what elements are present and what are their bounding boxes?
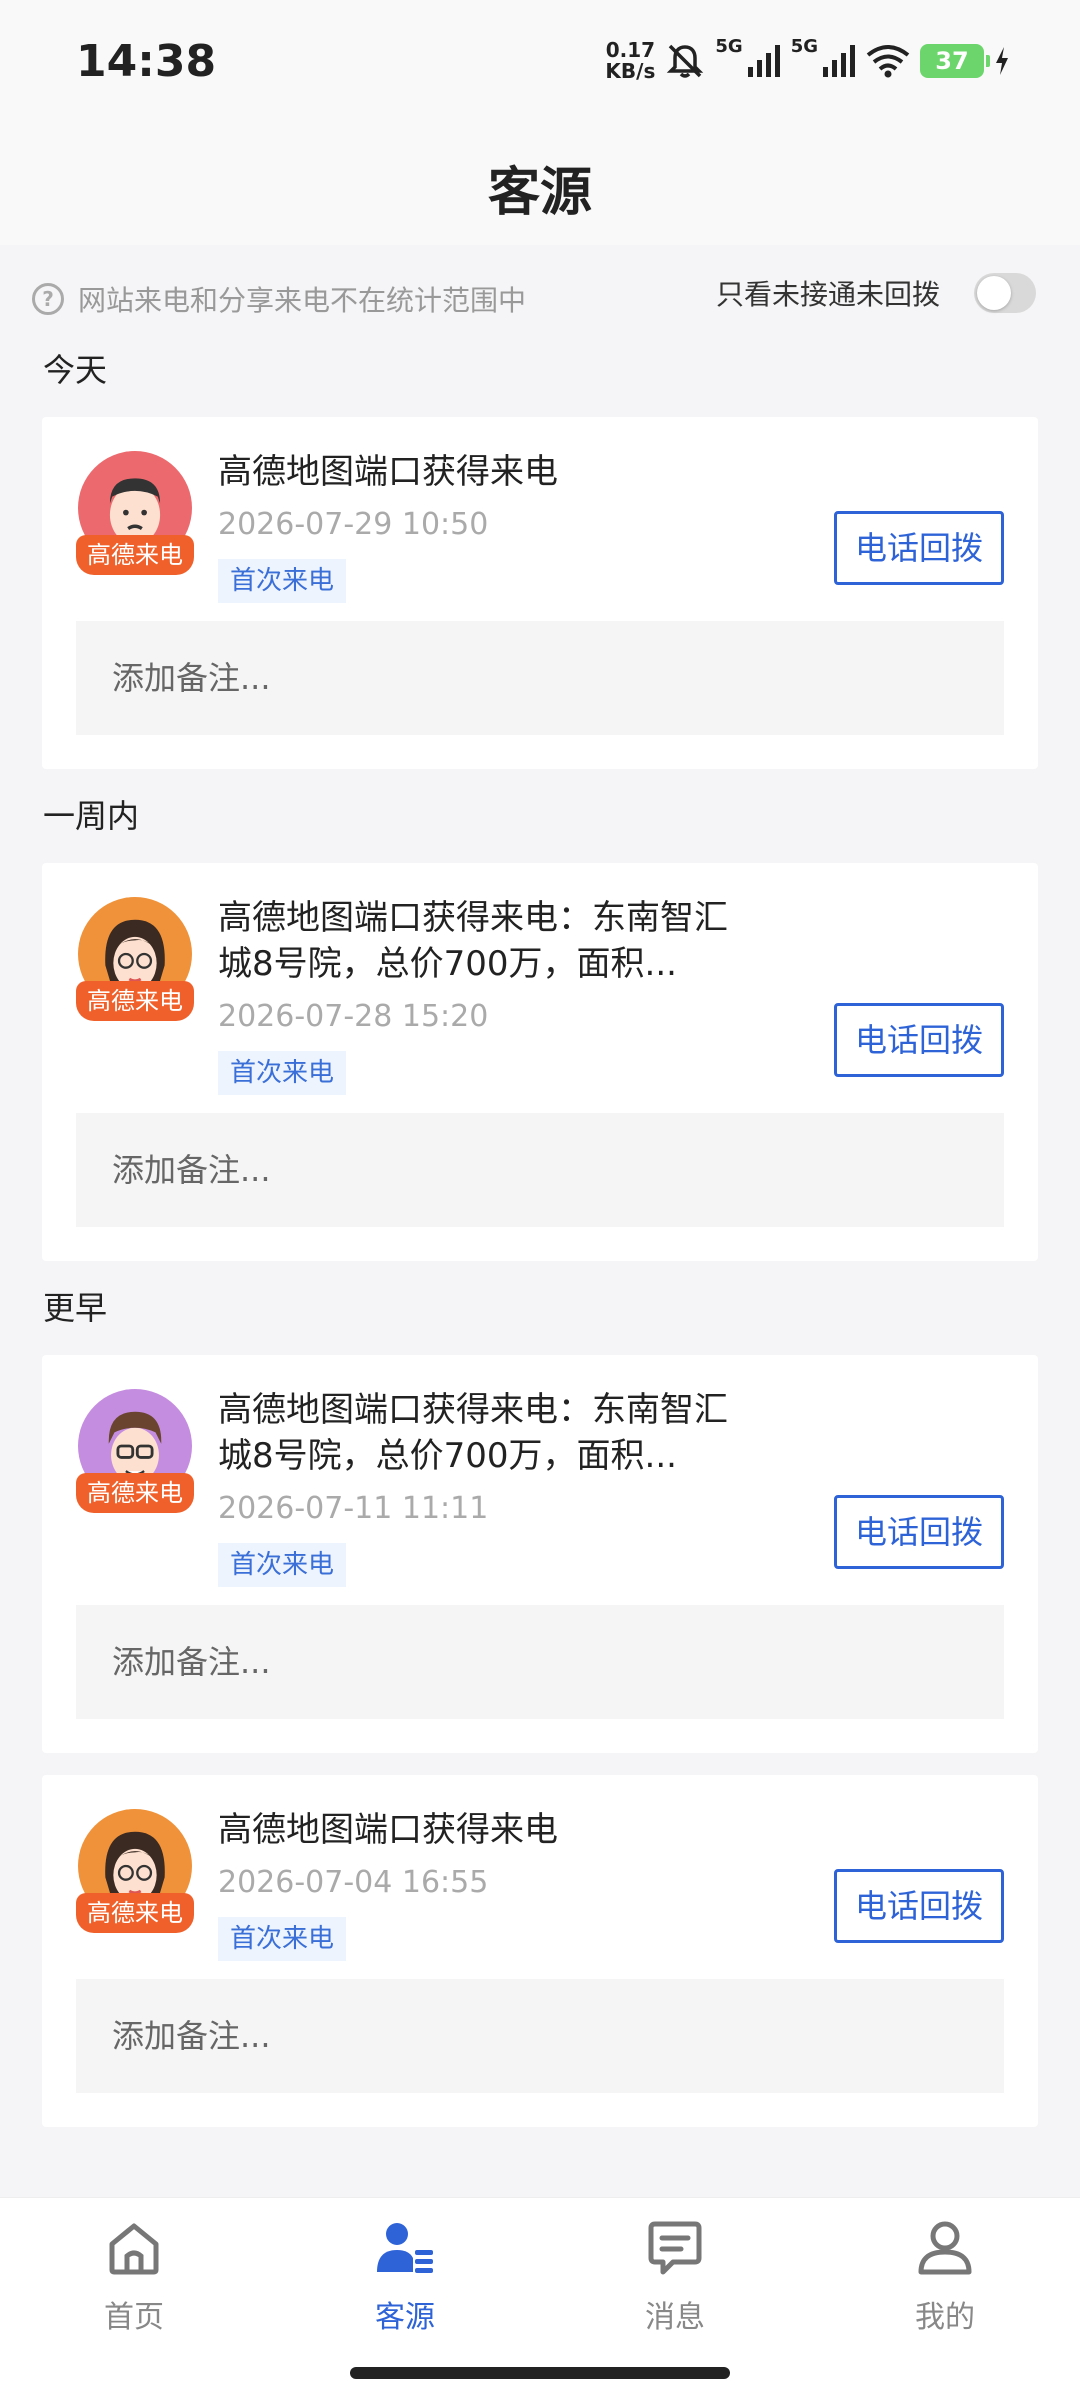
tab-messages[interactable]: 消息 [605, 2216, 745, 2336]
tab-label: 客源 [375, 2300, 435, 2335]
wifi-icon [866, 45, 910, 78]
tab-label: 我的 [915, 2300, 975, 2335]
charging-icon [996, 47, 1008, 75]
tab-label: 消息 [645, 2300, 705, 2335]
notice-info: ? 网站来电和分享来电不在统计范围中 [32, 279, 526, 319]
home-indicator[interactable] [350, 2367, 730, 2379]
section-title-week: 一周内 [43, 797, 140, 835]
avatar: 高德来电 [76, 1809, 194, 1949]
status-icons: 0.17 KB/s 5G 5G 37 [605, 36, 1010, 86]
source-badge: 高德来电 [76, 1473, 194, 1513]
network-speed-value: 0.17 [605, 38, 656, 62]
tab-customers[interactable]: 客源 [335, 2216, 475, 2336]
card-title: 高德地图端口获得来电：东南智汇城8号院，总价700万，面积... [218, 1390, 728, 1476]
help-icon[interactable]: ? [32, 283, 64, 315]
network-speed: 0.17 KB/s [605, 40, 655, 82]
customer-card[interactable]: 高德来电 高德地图端口获得来电：东南智汇城8号院，总价700万，面积... 20… [42, 1355, 1038, 1753]
callback-button[interactable]: 电话回拨 [834, 1495, 1004, 1569]
callback-button[interactable]: 电话回拨 [834, 1003, 1004, 1077]
status-bar: 14:38 0.17 KB/s 5G 5G 37 [0, 0, 1080, 120]
page-title: 客源 [487, 163, 592, 223]
card-title: 高德地图端口获得来电：东南智汇城8号院，总价700万，面积... [218, 898, 728, 984]
battery-indicator: 37 [920, 44, 990, 78]
home-icon [109, 2223, 159, 2275]
source-badge: 高德来电 [76, 535, 194, 575]
signal-icon [747, 45, 780, 77]
card-title: 高德地图端口获得来电 [218, 1810, 558, 1850]
app-root: 14:38 0.17 KB/s 5G 5G 37 客源 ? 网站来电和分享来电不… [0, 0, 1080, 2400]
add-note-field[interactable]: 添加备注... [76, 1113, 1004, 1227]
notice-text: 网站来电和分享来电不在统计范围中 [78, 284, 527, 317]
add-note-field[interactable]: 添加备注... [76, 1605, 1004, 1719]
source-badge: 高德来电 [76, 981, 194, 1021]
tab-profile[interactable]: 我的 [875, 2216, 1015, 2336]
section-title-earlier: 更早 [43, 1289, 108, 1327]
filter-unanswered: 只看未接通未回拨 [716, 273, 1036, 313]
signal-icon [823, 45, 855, 77]
section-title-today: 今天 [43, 351, 108, 389]
message-icon [648, 2221, 702, 2275]
add-note-field[interactable]: 添加备注... [76, 1979, 1004, 2093]
tab-label: 首页 [104, 2300, 164, 2335]
filter-label: 只看未接通未回拨 [715, 278, 940, 311]
filter-toggle[interactable] [974, 273, 1036, 313]
notice-bar: ? 网站来电和分享来电不在统计范围中 只看未接通未回拨 [0, 245, 1080, 345]
customer-list[interactable]: ? 网站来电和分享来电不在统计范围中 只看未接通未回拨 今天 高德来电 高德地图… [0, 245, 1080, 2197]
add-note-field[interactable]: 添加备注... [76, 621, 1004, 735]
source-badge: 高德来电 [76, 1893, 194, 1933]
customer-card[interactable]: 高德来电 高德地图端口获得来电 2026-07-29 10:50 首次来电 电话… [42, 417, 1038, 769]
call-tag: 首次来电 [218, 559, 347, 603]
call-tag: 首次来电 [218, 1543, 347, 1587]
customers-icon [377, 2223, 433, 2273]
mute-bell-icon [667, 44, 704, 78]
profile-icon [918, 2221, 972, 2275]
network-speed-unit: KB/s [605, 59, 656, 83]
call-tag: 首次来电 [218, 1051, 347, 1095]
customer-card[interactable]: 高德来电 高德地图端口获得来电：东南智汇城8号院，总价700万，面积... 20… [42, 863, 1038, 1261]
customer-card[interactable]: 高德来电 高德地图端口获得来电 2026-07-04 16:55 首次来电 电话… [42, 1775, 1038, 2127]
tab-home[interactable]: 首页 [64, 2216, 204, 2336]
avatar: 高德来电 [76, 1389, 194, 1529]
avatar: 高德来电 [76, 897, 194, 1037]
signal1-label: 5G [715, 36, 743, 57]
card-title: 高德地图端口获得来电 [218, 452, 558, 492]
callback-button[interactable]: 电话回拨 [834, 511, 1004, 585]
call-tag: 首次来电 [218, 1917, 347, 1961]
page-header: 客源 [0, 120, 1080, 245]
callback-button[interactable]: 电话回拨 [834, 1869, 1004, 1943]
avatar: 高德来电 [76, 451, 194, 591]
status-time: 14:38 [76, 36, 217, 87]
signal2-label: 5G [790, 36, 818, 57]
